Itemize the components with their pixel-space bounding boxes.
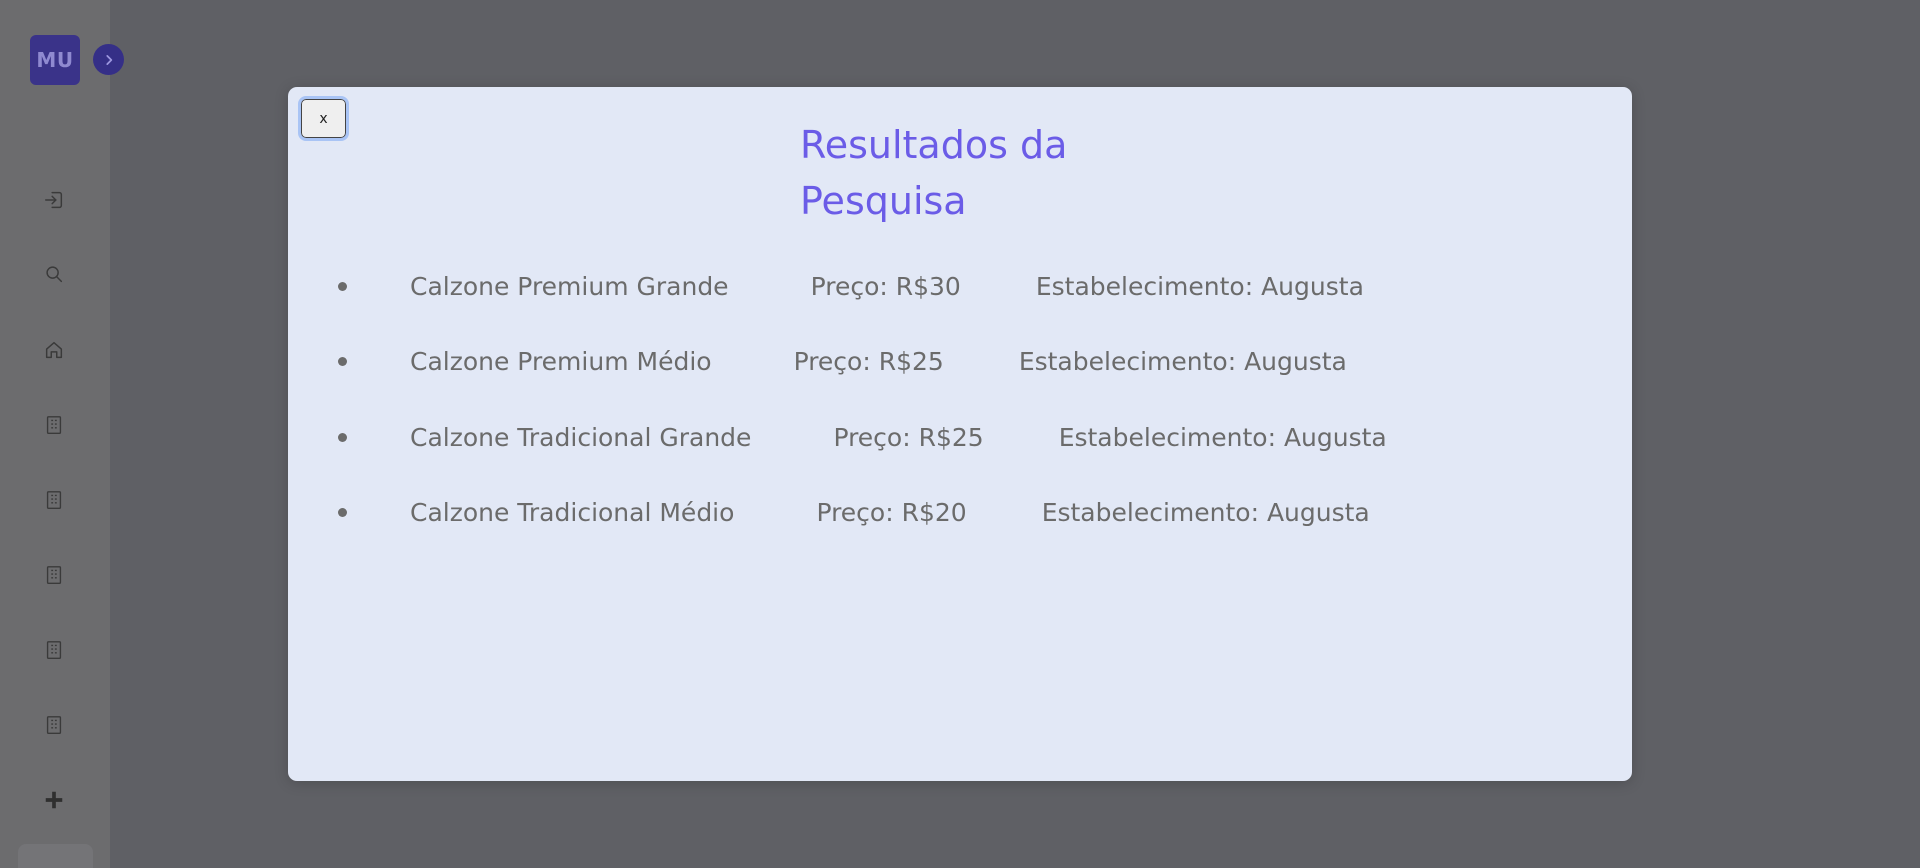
close-button[interactable]: x <box>298 96 349 141</box>
bullet-icon <box>338 356 347 366</box>
result-price: Preço: R$30 <box>810 271 961 301</box>
result-store: Estabelecimento: Augusta <box>1018 346 1347 376</box>
bullet-icon <box>338 507 347 517</box>
result-name: Calzone Premium Grande <box>410 271 729 301</box>
chevron-right-icon <box>105 54 112 65</box>
search-icon[interactable] <box>42 262 66 286</box>
result-item: Calzone Premium Grande Preço: R$30 Estab… <box>288 266 1364 306</box>
result-store: Estabelecimento: Augusta <box>1041 497 1370 527</box>
sidebar-expand-button[interactable] <box>93 44 124 75</box>
building-icon[interactable] <box>42 638 66 662</box>
logo: MU <box>30 35 80 85</box>
plus-icon[interactable] <box>42 788 66 812</box>
modal-title-line-1: Resultados da <box>800 123 1068 167</box>
result-name: Calzone Tradicional Grande <box>410 422 752 452</box>
result-item: Calzone Premium Médio Preço: R$25 Estabe… <box>288 341 1347 381</box>
modal-title-line-2: Pesquisa <box>800 179 967 223</box>
bullet-icon <box>338 281 347 291</box>
building-icon[interactable] <box>42 563 66 587</box>
login-icon[interactable] <box>42 188 66 212</box>
home-icon[interactable] <box>42 338 66 362</box>
building-icon[interactable] <box>42 488 66 512</box>
result-store: Estabelecimento: Augusta <box>1035 271 1364 301</box>
result-name: Calzone Premium Médio <box>410 346 712 376</box>
modal-title: Resultados da Pesquisa <box>800 117 1100 229</box>
result-item: Calzone Tradicional Grande Preço: R$25 E… <box>288 417 1387 457</box>
building-icon[interactable] <box>42 713 66 737</box>
result-item: Calzone Tradicional Médio Preço: R$20 Es… <box>288 492 1370 532</box>
result-name: Calzone Tradicional Médio <box>410 497 735 527</box>
result-store: Estabelecimento: Augusta <box>1058 422 1387 452</box>
result-price: Preço: R$25 <box>793 346 944 376</box>
sidebar-bottom-item[interactable] <box>18 844 93 868</box>
search-results-modal: x Resultados da Pesquisa Calzone Premium… <box>288 87 1632 781</box>
sidebar: MU <box>0 0 110 868</box>
result-price: Preço: R$20 <box>816 497 967 527</box>
building-icon[interactable] <box>42 413 66 437</box>
result-price: Preço: R$25 <box>833 422 984 452</box>
bullet-icon <box>338 432 347 442</box>
